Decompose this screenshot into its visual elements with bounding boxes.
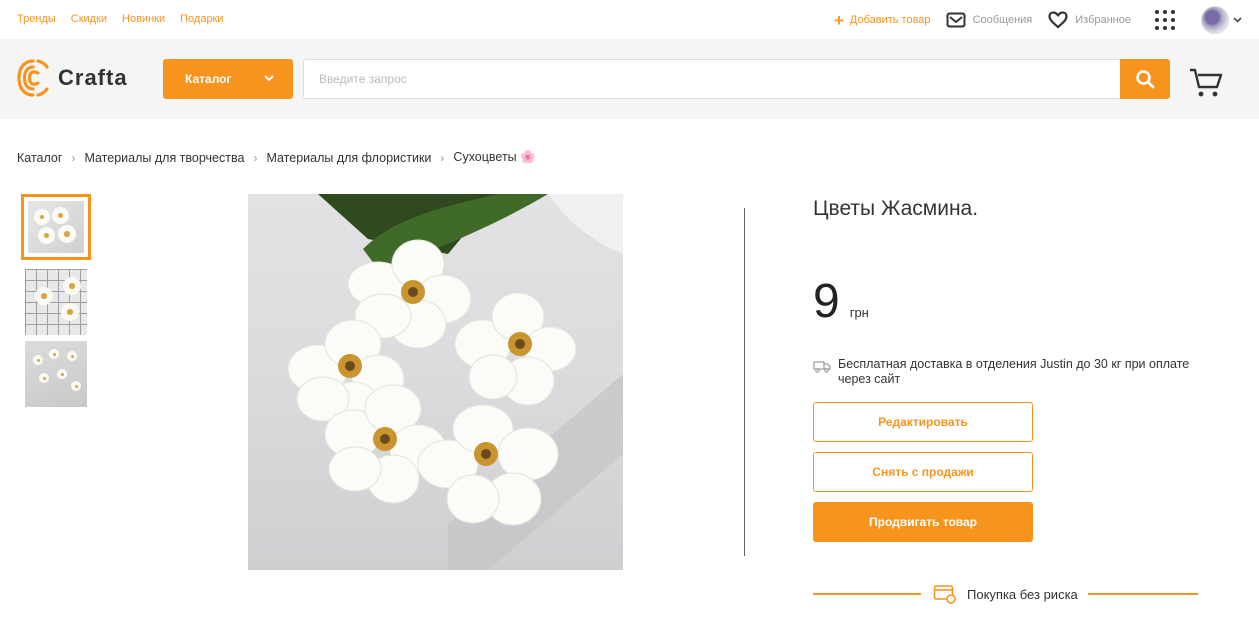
price-value: 9	[813, 275, 840, 328]
top-nav-trends[interactable]: Тренды	[17, 13, 56, 25]
messages-label: Сообщения	[972, 14, 1033, 26]
search-placeholder: Введите запрос	[319, 72, 407, 86]
user-menu[interactable]	[1201, 6, 1242, 34]
cart-button[interactable]	[1188, 67, 1224, 104]
search-icon	[1136, 70, 1155, 89]
breadcrumb-catalog[interactable]: Каталог	[17, 151, 62, 165]
header: Crafta Каталог Введите запрос	[0, 39, 1259, 119]
product-title: Цветы Жасмина.	[813, 197, 979, 220]
grid-menu-icon[interactable]	[1155, 10, 1175, 30]
top-nav: Тренды Скидки Новинки Подарки	[17, 13, 224, 25]
chevron-right-icon: ›	[71, 150, 76, 165]
shield-card-icon	[933, 585, 956, 604]
breadcrumb-craft-materials[interactable]: Материалы для творчества	[84, 151, 244, 165]
plus-icon: +	[833, 10, 844, 30]
unpublish-button-label: Снять с продажи	[872, 465, 974, 479]
top-nav-discounts[interactable]: Скидки	[71, 13, 107, 25]
edit-button[interactable]: Редактировать	[813, 402, 1033, 442]
delivery-info: Бесплатная доставка в отделения Justin д…	[813, 357, 1223, 387]
divider-line	[813, 593, 921, 595]
promote-button[interactable]: Продвигать товар	[813, 502, 1033, 542]
breadcrumb-floristics[interactable]: Материалы для флористики	[266, 151, 431, 165]
cart-icon	[1190, 68, 1223, 97]
delivery-truck-icon	[813, 361, 831, 373]
product-photo	[287, 194, 623, 570]
favorites-label: Избранное	[1075, 14, 1131, 26]
delivery-text: Бесплатная доставка в отделения Justin д…	[838, 357, 1190, 386]
crafta-logo-icon	[17, 59, 49, 97]
logo-text: Crafta	[58, 65, 128, 90]
risk-free-text: Покупка без риска	[967, 586, 1078, 602]
top-bar: Тренды Скидки Новинки Подарки + Добавить…	[0, 0, 1259, 39]
product-thumbnail-3[interactable]	[21, 341, 91, 407]
favorites-link[interactable]: Избранное	[1048, 11, 1131, 29]
chevron-right-icon: ›	[253, 150, 258, 165]
product-price: 9 грн	[813, 278, 869, 326]
breadcrumb: Каталог › Материалы для творчества › Мат…	[17, 150, 536, 165]
product-main-image[interactable]	[248, 194, 623, 570]
messages-link[interactable]: Сообщения	[946, 12, 1033, 28]
catalog-button[interactable]: Каталог	[163, 59, 293, 99]
edit-button-label: Редактировать	[878, 415, 968, 429]
unpublish-button[interactable]: Снять с продажи	[813, 452, 1033, 492]
heart-icon	[1048, 11, 1068, 29]
chevron-down-icon	[264, 75, 274, 82]
chevron-down-icon	[1233, 17, 1242, 23]
divider-line	[1087, 593, 1198, 595]
top-nav-new[interactable]: Новинки	[122, 13, 165, 25]
risk-free-banner: Покупка без риска	[813, 583, 1213, 605]
price-currency: грн	[849, 305, 869, 320]
logo[interactable]: Crafta	[16, 55, 128, 101]
product-thumbnail-1[interactable]	[21, 194, 91, 260]
add-item-link[interactable]: + Добавить товар	[834, 12, 931, 29]
thumbnail-image	[25, 269, 87, 335]
thumbnail-image	[25, 341, 87, 407]
top-nav-gifts[interactable]: Подарки	[180, 13, 223, 25]
search-input[interactable]: Введите запрос	[303, 59, 1120, 99]
add-item-label: Добавить товар	[849, 14, 931, 26]
breadcrumb-dried-flowers[interactable]: Сухоцветы 🌸	[453, 150, 535, 165]
catalog-button-label: Каталог	[185, 72, 232, 86]
envelope-icon	[946, 12, 966, 28]
vertical-divider	[744, 208, 745, 556]
thumbnail-image	[28, 201, 84, 253]
product-thumbnail-2[interactable]	[21, 269, 91, 335]
search-button[interactable]	[1120, 59, 1170, 99]
chevron-right-icon: ›	[440, 150, 445, 165]
top-actions: + Добавить товар Сообщения Избранное	[834, 4, 1259, 36]
promote-button-label: Продвигать товар	[868, 515, 978, 529]
avatar	[1201, 6, 1229, 34]
